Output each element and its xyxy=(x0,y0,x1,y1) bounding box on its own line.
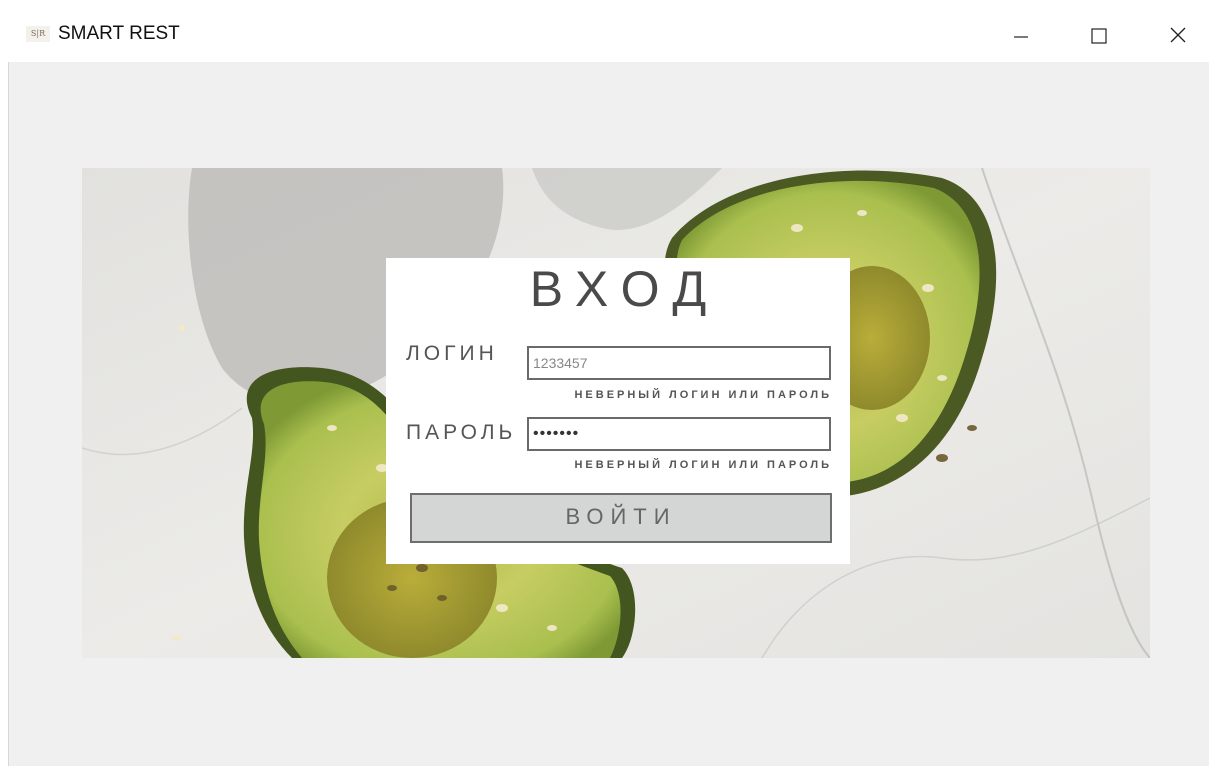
login-submit-button[interactable]: ВОЙТИ xyxy=(410,493,832,543)
minimize-button[interactable] xyxy=(998,14,1042,54)
login-error-message: НЕВЕРНЫЙ ЛОГИН ИЛИ ПАРОЛЬ xyxy=(574,389,832,401)
password-label: ПАРОЛЬ xyxy=(406,421,517,444)
app-logo-icon: S|R xyxy=(26,26,50,42)
minimize-icon xyxy=(1014,36,1028,38)
title-bar[interactable]: S|R SMART REST xyxy=(0,0,1209,62)
login-input[interactable] xyxy=(527,346,831,380)
maximize-icon xyxy=(1091,28,1107,44)
password-input[interactable] xyxy=(527,417,831,451)
password-error-message: НЕВЕРНЫЙ ЛОГИН ИЛИ ПАРОЛЬ xyxy=(574,459,832,471)
app-window: S|R SMART REST ВХОД ЛОГИН 1233457 НЕВЕРН… xyxy=(0,0,1209,766)
close-button[interactable] xyxy=(1156,14,1200,54)
close-icon xyxy=(1170,27,1186,43)
maximize-button[interactable] xyxy=(1076,14,1120,54)
login-card: ВХОД ЛОГИН НЕВЕРНЫЙ ЛОГИН ИЛИ ПАРОЛЬ ПАР… xyxy=(386,258,850,564)
login-heading: ВХОД xyxy=(529,261,721,317)
window-title: SMART REST xyxy=(58,23,180,44)
login-label: ЛОГИН xyxy=(406,342,498,365)
